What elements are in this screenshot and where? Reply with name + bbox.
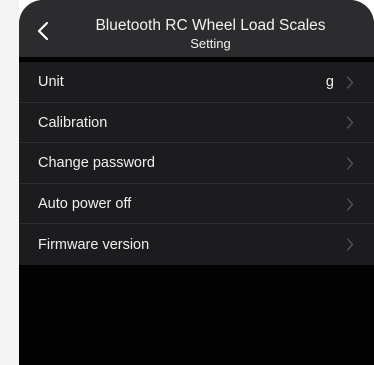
settings-item-auto-power-off[interactable]: Auto power off — [19, 184, 374, 225]
page-subtitle: Setting — [190, 36, 231, 51]
settings-item-unit[interactable]: Unit g — [19, 62, 374, 103]
chevron-right-icon — [346, 116, 355, 130]
chevron-right-icon — [346, 156, 355, 170]
chevron-right-icon — [346, 238, 355, 252]
settings-list: Unit g Calibration Change password Auto … — [19, 62, 374, 265]
settings-item-calibration[interactable]: Calibration — [19, 103, 374, 144]
settings-item-change-password[interactable]: Change password — [19, 143, 374, 184]
chevron-right-icon — [346, 75, 355, 89]
chevron-right-icon — [346, 197, 355, 211]
page: Bluetooth RC Wheel Load Scales Setting U… — [0, 0, 374, 365]
chevron-left-icon — [37, 21, 49, 41]
settings-item-label: Calibration — [38, 114, 108, 131]
settings-item-label: Unit — [38, 74, 64, 91]
settings-item-label: Auto power off — [38, 196, 132, 213]
app-screen: Bluetooth RC Wheel Load Scales Setting U… — [19, 0, 374, 365]
back-button[interactable] — [31, 17, 55, 45]
settings-item-label: Change password — [38, 155, 155, 172]
navigation-bar: Bluetooth RC Wheel Load Scales Setting — [19, 0, 374, 57]
settings-item-firmware-version[interactable]: Firmware version — [19, 224, 374, 265]
unit-value: g — [325, 74, 334, 91]
page-title: Bluetooth RC Wheel Load Scales — [95, 17, 326, 34]
settings-item-label: Firmware version — [38, 236, 150, 253]
